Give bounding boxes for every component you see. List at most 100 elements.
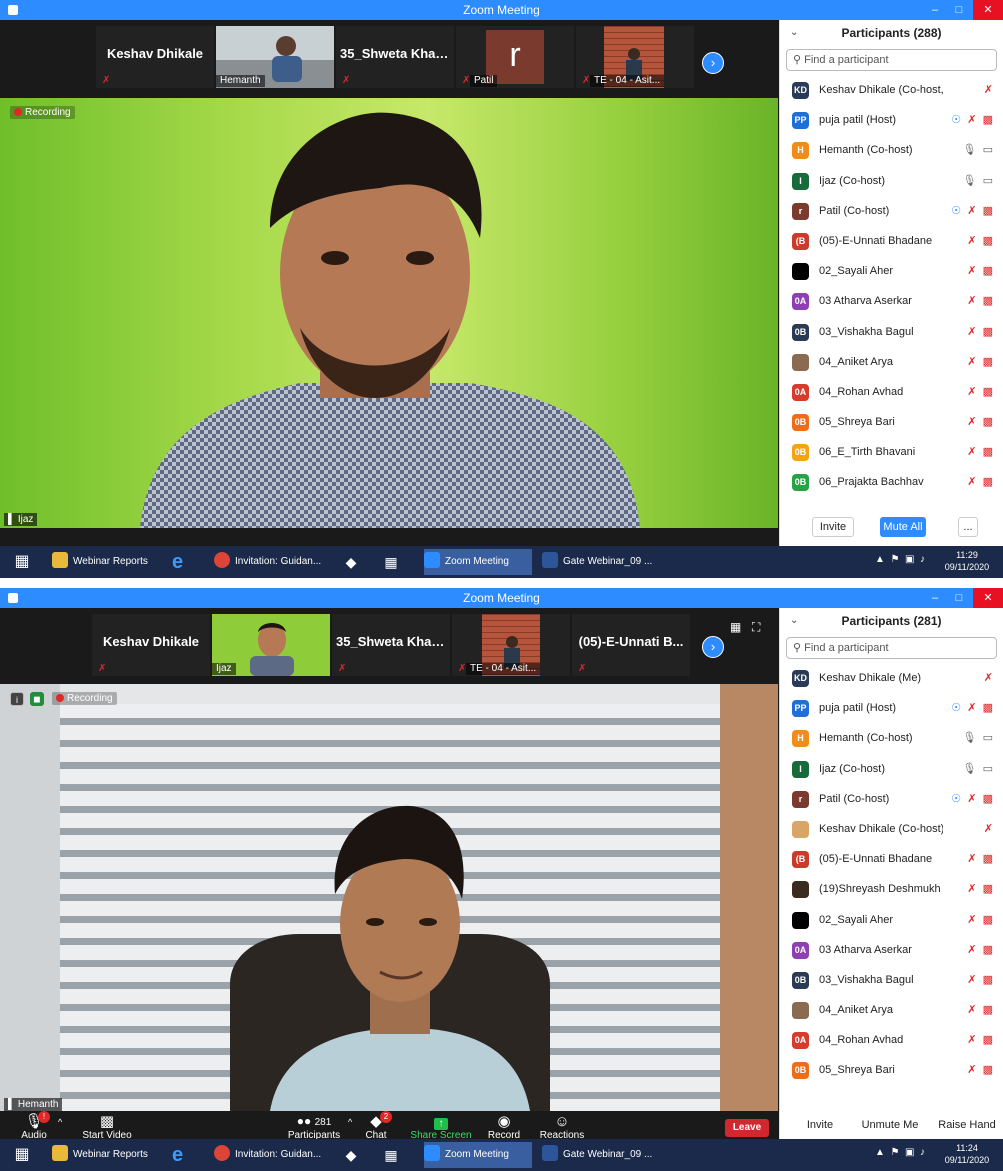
participant-row[interactable]: 04_Aniket Arya ✗ ▩ [780, 347, 1003, 377]
unmute-me-button[interactable]: Unmute Me [858, 1116, 922, 1136]
participants-button[interactable]: ●● 281 Participants [276, 1113, 352, 1141]
participant-row[interactable]: KD Keshav Dhikale (Co-host, me) ✗ [780, 75, 1003, 105]
participant-tile[interactable]: r ✗ Patil [456, 26, 574, 88]
taskbar-clock[interactable]: 11:24 09/11/2020 [939, 1142, 995, 1166]
participant-row[interactable]: r Patil (Co-host) ☉ ✗ ▩ [780, 196, 1003, 226]
participant-tile[interactable]: Hemanth [216, 26, 334, 88]
info-icon[interactable]: i [10, 692, 24, 706]
participant-row[interactable]: PP puja patil (Host) ☉ ✗ ▩ [780, 693, 1003, 723]
audio-options-chevron-icon[interactable]: ^ [58, 1117, 62, 1127]
participant-row[interactable]: r Patil (Co-host) ☉ ✗ ▩ [780, 784, 1003, 814]
taskbar-item-zoom[interactable]: Zoom Meeting [424, 549, 532, 575]
taskbar-item-word[interactable]: Gate Webinar_09 ... [542, 549, 654, 575]
mute-all-button[interactable]: Mute All [880, 517, 926, 537]
ie-browser-icon[interactable]: e [172, 1142, 202, 1168]
participant-row[interactable]: 0A 04_Rohan Avhad ✗ ▩ [780, 377, 1003, 407]
app-icon[interactable]: ◆ [336, 1142, 366, 1168]
reactions-button[interactable]: ☺ Reactions [532, 1113, 592, 1141]
calculator-icon[interactable]: ▦ [376, 549, 406, 575]
participant-row[interactable]: 0A 04_Rohan Avhad ✗ ▩ [780, 1025, 1003, 1055]
windows-start-icon[interactable]: ▦ [8, 549, 36, 575]
participant-tile[interactable]: ✗ TE - 04 - Asit... [576, 26, 694, 88]
security-shield-icon[interactable]: ◼ [30, 692, 44, 706]
participant-row[interactable]: 0B 03_Vishakha Bagul ✗ ▩ [780, 317, 1003, 347]
invite-button[interactable]: Invite [800, 1116, 840, 1136]
grid-view-icon[interactable]: ▦ [730, 620, 741, 634]
participant-tile[interactable]: (05)-E-Unnati B... ✗ [572, 614, 690, 676]
muted-mic-icon: ✗ [967, 385, 977, 398]
participant-row[interactable]: 02_Sayali Aher ✗ ▩ [780, 256, 1003, 286]
participant-tile[interactable]: Ijaz [212, 614, 330, 676]
calculator-icon[interactable]: ▦ [376, 1142, 406, 1168]
close-button[interactable]: ✕ [973, 0, 1003, 20]
minimize-button[interactable]: – [923, 588, 947, 608]
participant-row[interactable]: 02_Sayali Aher ✗ ▩ [780, 905, 1003, 935]
participant-row[interactable]: 0B 06_Prajakta Bachhav ✗ ▩ [780, 467, 1003, 497]
participant-row[interactable]: 0B 05_Shreya Bari ✗ ▩ [780, 407, 1003, 437]
participant-row[interactable]: (B (05)-E-Unnati Bhadane ✗ ▩ [780, 844, 1003, 874]
avatar: 0B [792, 971, 809, 989]
participant-row[interactable]: 0A 03 Atharva Aserkar ✗ ▩ [780, 935, 1003, 965]
minimize-button[interactable]: – [923, 0, 947, 20]
chevron-down-icon[interactable]: ⌄ [790, 608, 798, 634]
taskbar-item-chrome[interactable]: Invitation: Guidan... [214, 1142, 326, 1168]
participant-row[interactable]: 04_Aniket Arya ✗ ▩ [780, 995, 1003, 1025]
taskbar-clock[interactable]: 11:29 09/11/2020 [939, 549, 995, 573]
windows-start-icon[interactable]: ▦ [8, 1142, 36, 1168]
participant-search-input[interactable]: ⚲ Find a participant [786, 637, 997, 659]
taskbar-item-zoom[interactable]: Zoom Meeting [424, 1142, 532, 1168]
participant-tile[interactable]: ✗ TE - 04 - Asit... [452, 614, 570, 676]
participant-name: 03 Atharva Aserkar [819, 943, 912, 956]
participant-tile[interactable]: 35_Shweta Khar... ✗ [332, 614, 450, 676]
fullscreen-icon[interactable]: ⛶ [752, 620, 760, 635]
participant-tile[interactable]: Keshav Dhikale ✗ [96, 26, 214, 88]
next-page-button[interactable]: › [702, 52, 724, 74]
participant-row[interactable]: KD Keshav Dhikale (Me) ✗ [780, 663, 1003, 693]
app-icon[interactable]: ◆ [336, 549, 366, 575]
taskbar-item-webinar-reports[interactable]: Webinar Reports [52, 1142, 162, 1168]
participant-row[interactable]: 0B 05_Shreya Bari ✗ ▩ [780, 1055, 1003, 1085]
participant-row[interactable]: H Hemanth (Co-host) 🎙 ▭ [780, 723, 1003, 753]
chat-button[interactable]: ◆ 2 Chat [346, 1111, 406, 1141]
taskbar-label: Zoom Meeting [445, 1149, 509, 1160]
participant-name: 04_Rohan Avhad [819, 385, 904, 398]
zoom-icon [424, 552, 440, 568]
participant-row[interactable]: H Hemanth (Co-host) 🎙 ▭ [780, 135, 1003, 165]
participant-search-input[interactable]: ⚲ Find a participant [786, 49, 997, 71]
speaker-video-frame [140, 112, 640, 528]
audio-button[interactable]: 🎙 ! Audio [4, 1111, 64, 1141]
participant-tile[interactable]: Keshav Dhikale ✗ [92, 614, 210, 676]
raise-hand-button[interactable]: Raise Hand [936, 1116, 998, 1136]
share-screen-button[interactable]: ↑ Share Screen [406, 1113, 476, 1141]
record-button[interactable]: ◉ Record [474, 1113, 534, 1141]
maximize-button[interactable]: □ [947, 588, 971, 608]
participant-row[interactable]: 0B 06_E_Tirth Bhavani ✗ ▩ [780, 437, 1003, 467]
participant-row[interactable]: 0A 03 Atharva Aserkar ✗ ▩ [780, 286, 1003, 316]
participant-row[interactable]: (B (05)-E-Unnati Bhadane ✗ ▩ [780, 226, 1003, 256]
taskbar-item-chrome[interactable]: Invitation: Guidan... [214, 549, 326, 575]
participant-row[interactable]: I Ijaz (Co-host) 🎙 ▭ [780, 754, 1003, 784]
chevron-down-icon[interactable]: ⌄ [790, 20, 798, 46]
start-video-button[interactable]: ▩ Start Video [74, 1113, 140, 1141]
system-tray[interactable]: ▲ ⚑ ▣ ♪ [875, 1147, 925, 1158]
participant-name: 05_Shreya Bari [819, 416, 895, 429]
participant-row[interactable]: Keshav Dhikale (Co-host) ✗ [780, 814, 1003, 844]
participant-row[interactable]: PP puja patil (Host) ☉ ✗ ▩ [780, 105, 1003, 135]
participant-row[interactable]: I Ijaz (Co-host) 🎙 ▭ [780, 166, 1003, 196]
maximize-button[interactable]: □ [947, 0, 971, 20]
more-button[interactable]: ... [958, 517, 978, 537]
system-tray[interactable]: ▲ ⚑ ▣ ♪ [875, 554, 925, 565]
participant-tile[interactable]: 35_Shweta Khar... ✗ [336, 26, 454, 88]
next-page-button[interactable]: › [702, 636, 724, 658]
ie-browser-icon[interactable]: e [172, 549, 202, 575]
record-icon: ◉ [497, 1113, 511, 1130]
close-button[interactable]: ✕ [973, 588, 1003, 608]
invite-button[interactable]: Invite [812, 517, 854, 537]
participant-status-icons: ☉ ✗ ▩ [951, 784, 993, 814]
participant-row[interactable]: 0B 03_Vishakha Bagul ✗ ▩ [780, 965, 1003, 995]
participant-row[interactable]: (19)Shreyash Deshmukh ✗ ▩ [780, 874, 1003, 904]
taskbar-item-word[interactable]: Gate Webinar_09 ... [542, 1142, 654, 1168]
taskbar-item-webinar-reports[interactable]: Webinar Reports [52, 549, 162, 575]
avatar: 0B [792, 1062, 809, 1080]
leave-button[interactable]: Leave [725, 1119, 769, 1137]
